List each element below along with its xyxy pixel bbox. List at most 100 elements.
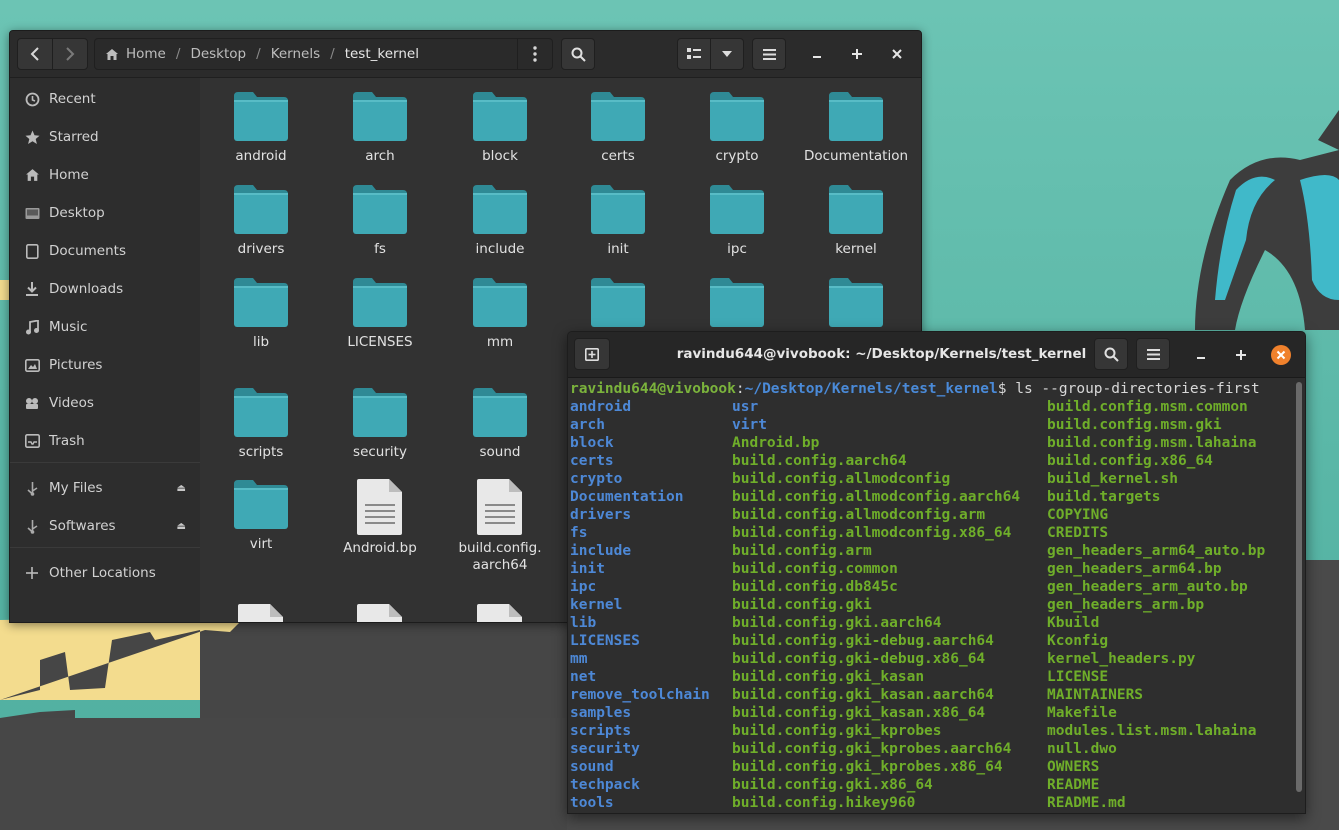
folder-item[interactable]: android [206,90,316,165]
terminal-close-button[interactable] [1271,345,1291,365]
terminal-scrollbar[interactable] [1296,382,1302,792]
folder-item[interactable]: certs [563,90,673,165]
folder-item[interactable]: mm [445,276,555,351]
folder-icon [710,92,764,141]
ls-directory-entry: drivers [570,507,632,523]
folder-icon [353,185,407,234]
file-item[interactable]: Android.bp [325,478,435,557]
ls-file-entry: build.config.hikey960 [732,795,916,811]
ls-file-entry: Makefile [1047,705,1117,721]
list-view-icon [687,48,701,59]
folder-item[interactable] [563,276,673,334]
forward-button[interactable] [52,38,88,70]
folder-item[interactable]: crypto [682,90,792,165]
main-menu-button[interactable] [752,38,786,70]
sidebar-item-softwares[interactable]: Softwares ⏏ [10,509,200,543]
folder-item[interactable] [801,276,911,334]
eject-icon[interactable]: ⏏ [177,483,186,494]
maximize-button[interactable] [848,45,866,63]
folder-item[interactable]: Documentation [801,90,911,165]
folder-item[interactable]: LICENSES [325,276,435,351]
ls-directory-entry: LICENSES [570,633,640,649]
folder-item[interactable]: security [325,386,435,461]
sidebar-item-label: Pictures [49,357,103,373]
terminal-menu-button[interactable] [1136,338,1170,370]
folder-item[interactable]: fs [325,183,435,258]
text-file-icon [477,604,522,622]
ls-directory-entry: virt [732,417,767,433]
ls-directory-entry: net [570,669,597,685]
sidebar-item-label: Softwares [49,518,116,534]
folder-item[interactable]: ipc [682,183,792,258]
folder-item[interactable]: lib [206,276,316,351]
eject-icon[interactable]: ⏏ [177,521,186,532]
chevron-down-icon [722,51,732,57]
hamburger-icon [1146,348,1160,360]
view-options-button[interactable] [710,38,744,70]
sidebar-item-other-locations[interactable]: Other Locations [10,556,200,590]
plus-icon [1236,350,1246,360]
sidebar-item-trash[interactable]: Trash [10,424,200,458]
folder-item[interactable]: init [563,183,673,258]
folder-item[interactable]: sound [445,386,555,461]
ls-file-entry: build.config.gki_kprobes.x86_64 [732,759,1003,775]
chevron-left-icon [30,47,39,61]
close-icon [1276,350,1286,360]
back-button[interactable] [17,38,53,70]
search-button[interactable] [561,38,595,70]
folder-item[interactable]: arch [325,90,435,165]
hamburger-icon [762,48,776,60]
breadcrumb-home[interactable]: Home [121,46,171,62]
ls-file-entry: build.config.allmodconfig.arm [732,507,986,523]
breadcrumb-test-kernel[interactable]: test_kernel [340,46,424,62]
sidebar-item-videos[interactable]: Videos [10,386,200,420]
file-item[interactable]: build.config. aarch64 [445,478,555,574]
terminal-minimize-button[interactable] [1192,346,1210,364]
new-tab-button[interactable] [574,338,610,370]
terminal-maximize-button[interactable] [1232,346,1250,364]
text-file-icon [357,604,402,622]
breadcrumb-kernels[interactable]: Kernels [266,46,325,62]
ls-directory-entry: include [570,543,632,559]
folder-item[interactable]: include [445,183,555,258]
file-item[interactable] [325,603,435,622]
terminal-window: ravindu644@vivobook: ~/Desktop/Kernels/t… [567,331,1306,814]
terminal-search-button[interactable] [1094,338,1128,370]
sidebar-item-recent[interactable]: Recent [10,82,200,116]
sidebar-item-desktop[interactable]: Desktop [10,196,200,230]
sidebar-item-starred[interactable]: Starred [10,120,200,154]
view-mode-button[interactable] [677,38,711,70]
sidebar-item-pictures[interactable]: Pictures [10,348,200,382]
chevron-right-icon [66,47,75,61]
file-item[interactable] [206,603,316,622]
sidebar-divider [10,547,200,548]
folder-item[interactable]: scripts [206,386,316,461]
folder-item[interactable]: drivers [206,183,316,258]
folder-item[interactable]: kernel [801,183,911,258]
folder-icon [473,92,527,141]
sidebar-item-music[interactable]: Music [10,310,200,344]
ls-file-entry: build.config.gki-debug.x86_64 [732,651,986,667]
sidebar-item-home[interactable]: Home [10,158,200,192]
close-button[interactable] [888,45,906,63]
desktop-icon [24,205,40,221]
ls-file-entry: gen_headers_arm_auto.bp [1047,579,1248,595]
folder-item[interactable]: virt [206,478,316,553]
ls-file-entry: Android.bp [732,435,820,451]
sidebar-item-downloads[interactable]: Downloads [10,272,200,306]
ls-column: build.config.msm.common build.config.msm.… [1047,398,1265,812]
terminal-output[interactable]: ravindu644@vivobook:~/Desktop/Kernels/te… [568,378,1293,813]
breadcrumb-desktop[interactable]: Desktop [185,46,251,62]
path-menu-button[interactable] [517,39,552,69]
sidebar-item-my-files[interactable]: My Files ⏏ [10,471,200,505]
file-item[interactable] [445,603,555,622]
ls-file-entry: build.config.gki_kasan.aarch64 [732,687,994,703]
sidebar-item-label: Documents [49,243,126,259]
item-label: build.config. aarch64 [458,540,542,573]
sidebar-item-documents[interactable]: Documents [10,234,200,268]
ls-directory-entry: samples [570,705,632,721]
folder-item[interactable]: block [445,90,555,165]
folder-item[interactable] [682,276,792,334]
folder-icon [829,92,883,141]
minimize-button[interactable] [808,45,826,63]
